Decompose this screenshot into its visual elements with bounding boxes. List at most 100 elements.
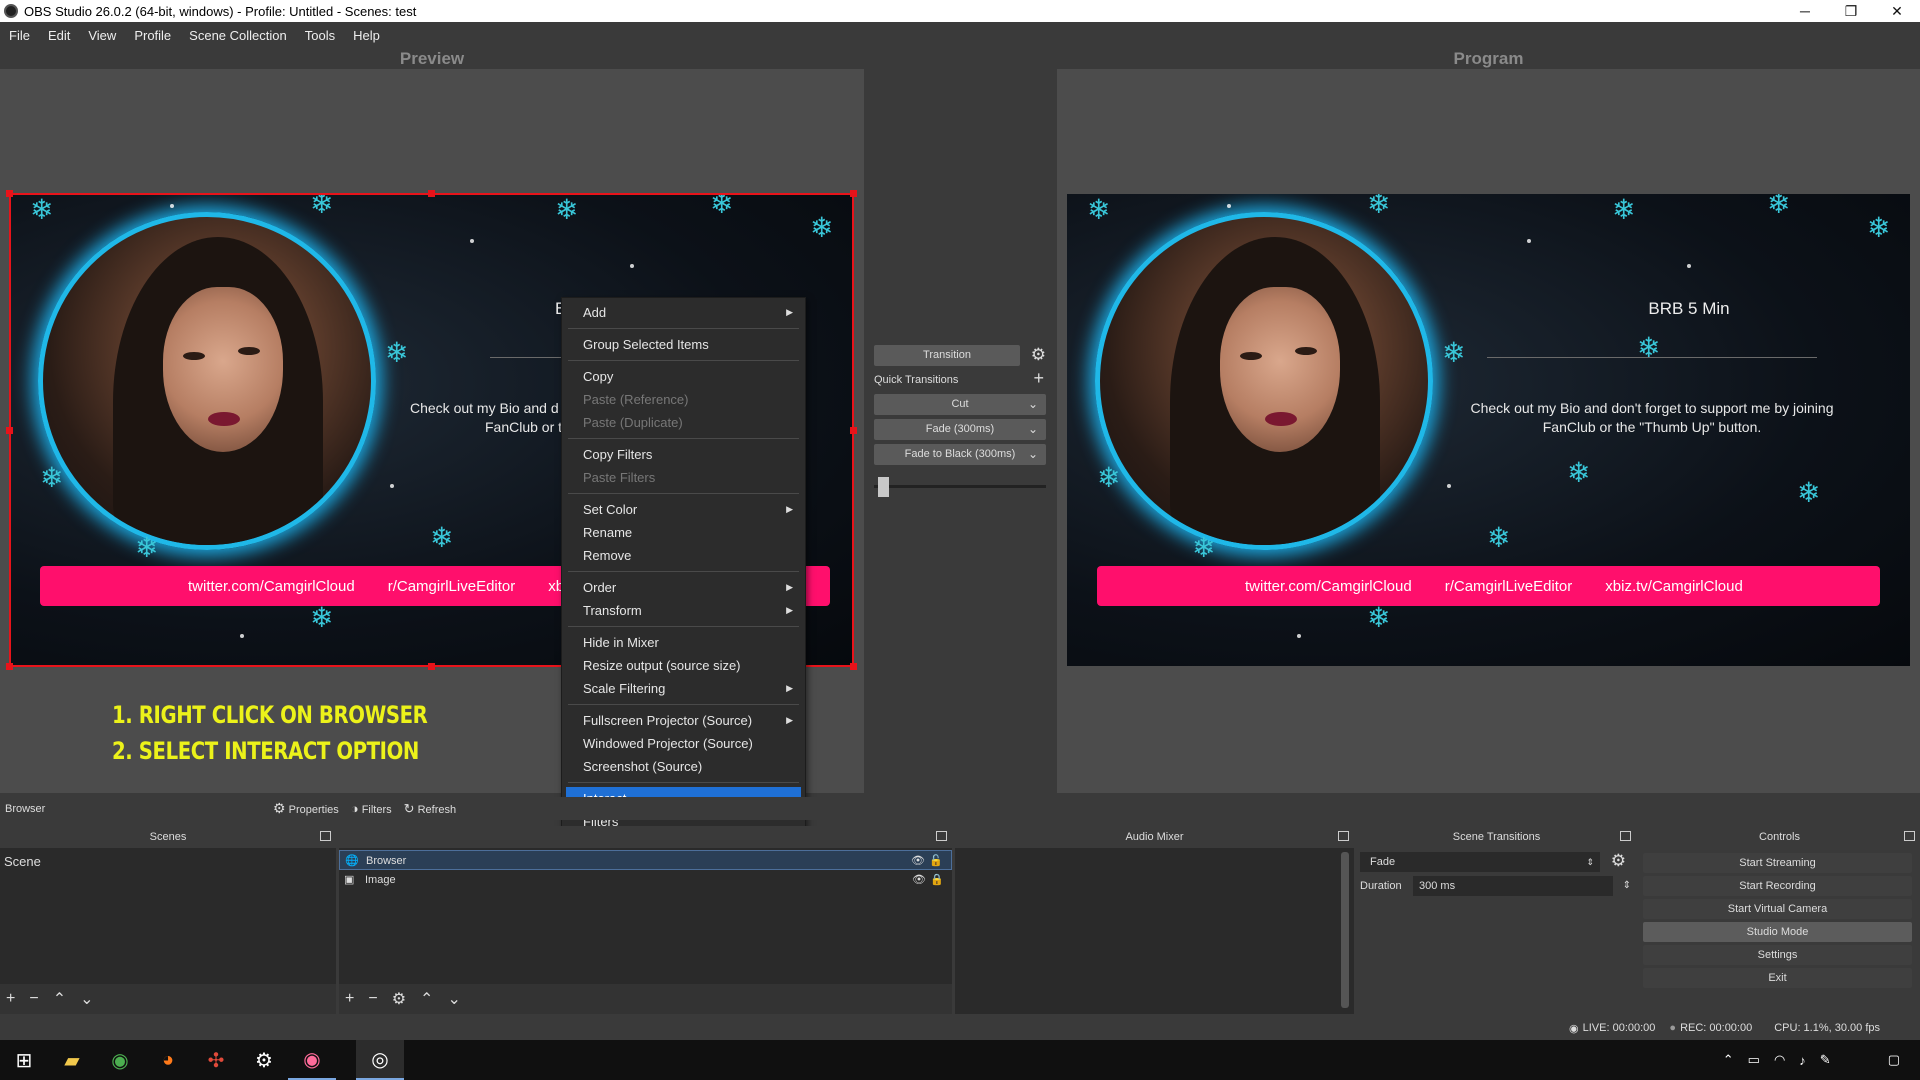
context-menu-item-label: Add bbox=[583, 305, 607, 320]
menu-view[interactable]: View bbox=[79, 28, 125, 43]
context-menu-item-transform[interactable]: Transform ▶ bbox=[562, 599, 805, 622]
gear-icon[interactable]: ⚙ bbox=[1611, 851, 1626, 871]
transition-slider[interactable] bbox=[874, 475, 1046, 497]
transition-select[interactable]: Fade ⇕ bbox=[1360, 852, 1600, 872]
resize-handle-bm[interactable] bbox=[428, 663, 435, 670]
context-menu-item-hide-in-mixer[interactable]: Hide in Mixer bbox=[562, 631, 805, 654]
move-down-icon[interactable]: ⌄ bbox=[80, 989, 93, 1009]
resize-handle-tm[interactable] bbox=[428, 190, 435, 197]
menu-edit[interactable]: Edit bbox=[39, 28, 79, 43]
start-virtual-camera-button[interactable]: Start Virtual Camera bbox=[1643, 899, 1912, 919]
quick-transition-cut[interactable]: Cut ⌄ bbox=[874, 394, 1046, 415]
menu-file[interactable]: File bbox=[0, 28, 39, 43]
context-menu-item-group-selected-items[interactable]: Group Selected Items bbox=[562, 333, 805, 356]
duration-field[interactable]: 300 ms ⇕ bbox=[1413, 876, 1631, 896]
context-menu-item-screenshot-source[interactable]: Screenshot (Source) bbox=[562, 755, 805, 778]
scene-item[interactable]: Scene bbox=[0, 852, 336, 872]
windows-start-icon[interactable]: ⊞ bbox=[0, 1040, 48, 1080]
context-menu-item-order[interactable]: Order ▶ bbox=[562, 576, 805, 599]
settings-gear-icon[interactable]: ⚙ bbox=[240, 1040, 288, 1080]
chrome-profile-icon[interactable]: ◉ bbox=[288, 1040, 336, 1080]
filters-button[interactable]: ◑ Filters bbox=[351, 801, 392, 816]
menu-profile[interactable]: Profile bbox=[125, 28, 180, 43]
undock-icon[interactable] bbox=[1620, 831, 1631, 841]
notification-icon[interactable]: ▢ bbox=[1888, 1052, 1900, 1068]
lock-icon[interactable]: 🔓 bbox=[929, 851, 943, 871]
volume-icon[interactable]: ♪ bbox=[1799, 1053, 1806, 1068]
resize-handle-br[interactable] bbox=[850, 663, 857, 670]
davinci-icon[interactable]: ✣ bbox=[192, 1040, 240, 1080]
gear-icon[interactable]: ⚙ bbox=[392, 989, 406, 1009]
context-menu-item-scale-filtering[interactable]: Scale Filtering ▶ bbox=[562, 677, 805, 700]
undock-icon[interactable] bbox=[1338, 831, 1349, 841]
close-button[interactable]: ✕ bbox=[1874, 3, 1920, 20]
battery-icon[interactable]: ▭ bbox=[1748, 1052, 1760, 1068]
obs-taskbar-icon[interactable]: ◎ bbox=[356, 1040, 404, 1080]
menu-tools[interactable]: Tools bbox=[296, 28, 344, 43]
menu-help[interactable]: Help bbox=[344, 28, 389, 43]
remove-icon[interactable]: − bbox=[29, 990, 38, 1008]
file-explorer-icon[interactable]: ▰ bbox=[48, 1040, 96, 1080]
undock-icon[interactable] bbox=[936, 831, 947, 841]
refresh-button[interactable]: ↻ Refresh bbox=[404, 801, 457, 817]
context-menu-item-copy[interactable]: Copy bbox=[562, 365, 805, 388]
obs-logo-icon bbox=[4, 4, 18, 18]
quick-transition-fade[interactable]: Fade (300ms) ⌄ bbox=[874, 419, 1046, 440]
remove-icon[interactable]: − bbox=[368, 990, 377, 1008]
undock-icon[interactable] bbox=[1904, 831, 1915, 841]
move-down-icon[interactable]: ⌄ bbox=[447, 989, 460, 1009]
globe-icon: 🌐 bbox=[345, 855, 359, 867]
context-menu-item-resize-output-source-size[interactable]: Resize output (source size) bbox=[562, 654, 805, 677]
start-streaming-button[interactable]: Start Streaming bbox=[1643, 853, 1912, 873]
context-menu-item-label: Order bbox=[583, 580, 617, 595]
context-menu-item-remove[interactable]: Remove bbox=[562, 544, 805, 567]
context-menu-item-copy-filters[interactable]: Copy Filters bbox=[562, 443, 805, 466]
context-menu-item-add[interactable]: Add ▶ bbox=[562, 301, 805, 324]
chrome-icon[interactable]: ◉ bbox=[96, 1040, 144, 1080]
minimize-button[interactable]: ─ bbox=[1782, 3, 1828, 20]
studio-mode-button[interactable]: Studio Mode bbox=[1643, 922, 1912, 942]
maximize-button[interactable]: ❐ bbox=[1828, 3, 1874, 20]
source-item-image[interactable]: ▣ Image 👁 🔒 bbox=[339, 870, 952, 890]
context-menu-item-fullscreen-projector-source[interactable]: Fullscreen Projector (Source) ▶ bbox=[562, 709, 805, 732]
undock-icon[interactable] bbox=[320, 831, 331, 841]
audio-mixer-scrollbar[interactable] bbox=[1341, 852, 1349, 1008]
lock-icon[interactable]: 🔒 bbox=[930, 870, 944, 890]
audio-mixer-dock: Audio Mixer bbox=[955, 826, 1354, 1014]
source-item-browser[interactable]: 🌐 Browser 👁 🔓 bbox=[339, 850, 952, 870]
resize-handle-mr[interactable] bbox=[850, 427, 857, 434]
add-icon[interactable]: + bbox=[6, 990, 15, 1008]
firefox-icon[interactable]: ◕ bbox=[144, 1040, 192, 1080]
pen-icon[interactable]: ✎ bbox=[1820, 1052, 1831, 1068]
context-menu-item-set-color[interactable]: Set Color ▶ bbox=[562, 498, 805, 521]
resize-handle-tr[interactable] bbox=[850, 190, 857, 197]
context-menu-item-windowed-projector-source[interactable]: Windowed Projector (Source) bbox=[562, 732, 805, 755]
context-menu-item-rename[interactable]: Rename bbox=[562, 521, 805, 544]
properties-button[interactable]: ⚙ Properties bbox=[273, 800, 339, 817]
wifi-icon[interactable]: ◠ bbox=[1774, 1052, 1785, 1068]
message-line-2: FanClub or the "Thumb Up" button. bbox=[1542, 419, 1762, 435]
chevron-up-icon[interactable]: ⌃ bbox=[1723, 1052, 1734, 1068]
audio-mixer-header: Audio Mixer bbox=[955, 826, 1354, 848]
spinner-icon[interactable]: ⇕ bbox=[1623, 876, 1631, 896]
eye-icon[interactable]: 👁 bbox=[911, 851, 925, 871]
resize-handle-tl[interactable] bbox=[6, 190, 13, 197]
settings-button[interactable]: Settings bbox=[1643, 945, 1912, 965]
plus-icon[interactable]: + bbox=[1033, 368, 1044, 389]
chevron-down-icon: ⌄ bbox=[1027, 397, 1038, 411]
exit-button[interactable]: Exit bbox=[1643, 968, 1912, 988]
slider-handle[interactable] bbox=[878, 477, 889, 497]
gear-icon[interactable]: ⚙ bbox=[1031, 345, 1046, 365]
controls-dock: Controls Start Streaming Start Recording… bbox=[1639, 826, 1920, 1014]
menu-scene-collection[interactable]: Scene Collection bbox=[180, 28, 296, 43]
quick-transition-fade-black[interactable]: Fade to Black (300ms) ⌄ bbox=[874, 444, 1046, 465]
move-up-icon[interactable]: ⌃ bbox=[420, 989, 433, 1009]
start-recording-button[interactable]: Start Recording bbox=[1643, 876, 1912, 896]
transition-button[interactable]: Transition bbox=[874, 345, 1020, 366]
source-label: Browser bbox=[366, 855, 407, 867]
move-up-icon[interactable]: ⌃ bbox=[53, 989, 66, 1009]
resize-handle-bl[interactable] bbox=[6, 663, 13, 670]
add-icon[interactable]: + bbox=[345, 990, 354, 1008]
resize-handle-ml[interactable] bbox=[6, 427, 13, 434]
eye-icon[interactable]: 👁 bbox=[912, 870, 926, 890]
